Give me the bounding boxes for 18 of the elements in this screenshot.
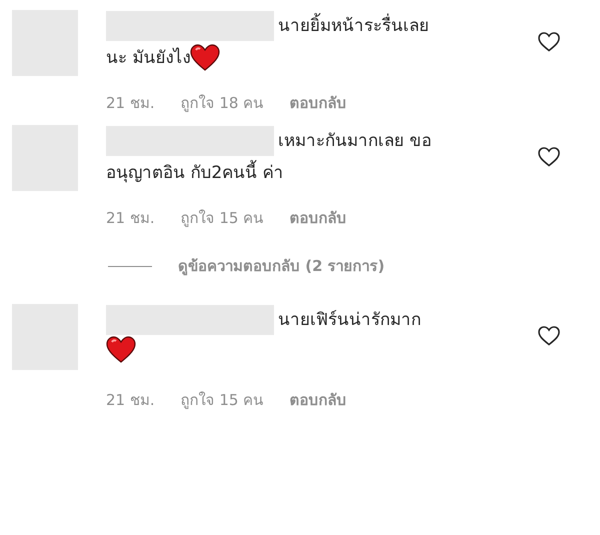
reply-link[interactable]: ตอบกลับ bbox=[289, 388, 346, 411]
reply-link[interactable]: ตอบกลับ bbox=[289, 206, 346, 229]
comment-text-continued: นะ มันยังไง bbox=[106, 46, 190, 70]
comment-time: 21 ชม. bbox=[106, 93, 155, 114]
like-count[interactable]: ถูกใจ 15 คน bbox=[180, 388, 264, 411]
reply-link[interactable]: ตอบกลับ bbox=[289, 92, 346, 114]
comment-text: นายยิ้มหน้าระรื่นเลย bbox=[278, 10, 429, 42]
comment-text: เหมาะกันมากเลย ขอ bbox=[278, 130, 432, 152]
comment-text: นายเฟิร์นน่ารักมาก bbox=[278, 308, 421, 332]
like-heart-icon[interactable] bbox=[538, 326, 560, 346]
like-heart-icon[interactable] bbox=[538, 32, 560, 52]
like-count[interactable]: ถูกใจ 15 คน bbox=[180, 206, 264, 229]
comment-time: 21 ชม. bbox=[106, 208, 155, 228]
like-heart-icon[interactable] bbox=[538, 146, 560, 166]
view-replies-link[interactable]: ดูข้อความตอบกลับ (2 รายการ) bbox=[178, 255, 385, 278]
like-count[interactable]: ถูกใจ 18 คน bbox=[180, 92, 264, 114]
comment-time: 21 ชม. bbox=[106, 390, 155, 410]
comment-text-continued: อนุญาตอิน กับ2คนนี้ ค่า bbox=[106, 156, 284, 188]
